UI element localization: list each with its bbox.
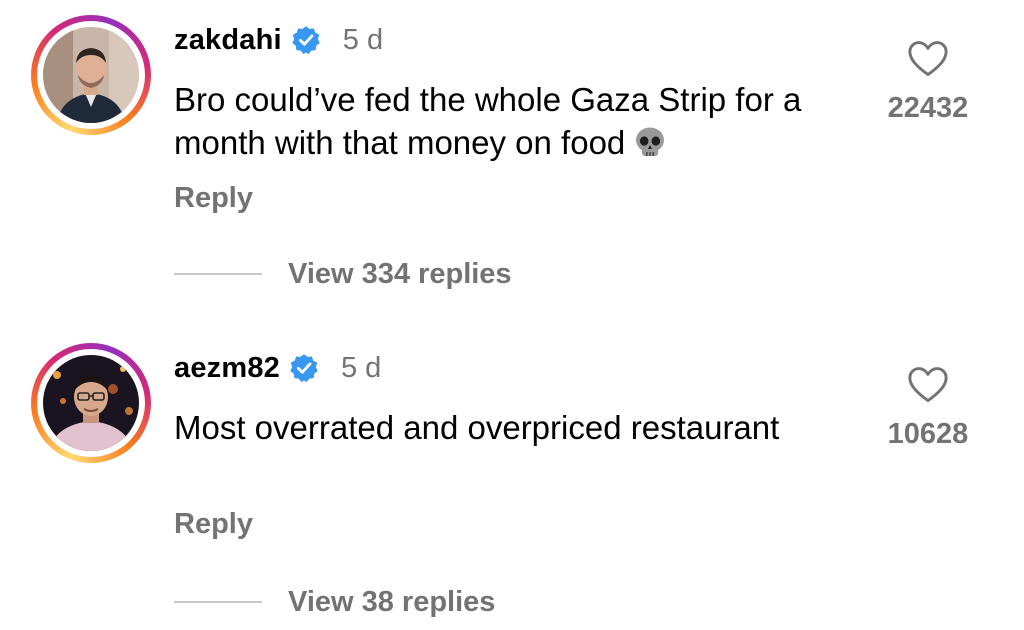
view-replies-label[interactable]: View 38 replies xyxy=(288,586,495,619)
avatar-ring-gap xyxy=(37,21,145,129)
avatar-image xyxy=(43,355,139,451)
skull-emoji-icon xyxy=(633,126,667,158)
reply-button[interactable]: Reply xyxy=(174,508,253,541)
username[interactable]: zakdahi xyxy=(174,24,282,57)
avatar[interactable] xyxy=(43,355,139,451)
comment-text: Most overrated and overpriced restaurant xyxy=(174,406,854,449)
story-ring[interactable] xyxy=(31,343,151,463)
like-count: 22432 xyxy=(887,92,969,124)
like-column: 22432 xyxy=(870,40,986,125)
verified-badge-icon xyxy=(291,25,321,55)
heart-outline-icon[interactable] xyxy=(907,40,949,78)
replies-divider xyxy=(174,273,262,275)
view-replies-button[interactable]: View 38 replies xyxy=(174,584,495,620)
reply-button[interactable]: Reply xyxy=(174,182,253,215)
timestamp: 5 d xyxy=(342,23,384,56)
like-count: 10628 xyxy=(887,418,969,450)
username[interactable]: aezm82 xyxy=(174,352,280,385)
avatar[interactable] xyxy=(43,27,139,123)
view-replies-label[interactable]: View 334 replies xyxy=(288,258,512,291)
view-replies-button[interactable]: View 334 replies xyxy=(174,256,512,292)
comment-header: aezm82 5 d xyxy=(174,348,381,388)
avatar-image xyxy=(43,27,139,123)
like-column: 10628 xyxy=(870,366,986,451)
timestamp: 5 d xyxy=(341,351,382,384)
verified-badge-icon xyxy=(289,353,319,383)
avatar-ring-gap xyxy=(37,349,145,457)
comment-body: Bro could’ve fed the whole Gaza Strip fo… xyxy=(174,81,802,161)
comment-header: zakdahi 5 d xyxy=(174,20,383,60)
heart-outline-icon[interactable] xyxy=(907,366,949,404)
comment-text: Bro could’ve fed the whole Gaza Strip fo… xyxy=(174,78,854,164)
story-ring[interactable] xyxy=(31,15,151,135)
comment-body: Most overrated and overpriced restaurant xyxy=(174,409,780,446)
replies-divider xyxy=(174,601,262,603)
